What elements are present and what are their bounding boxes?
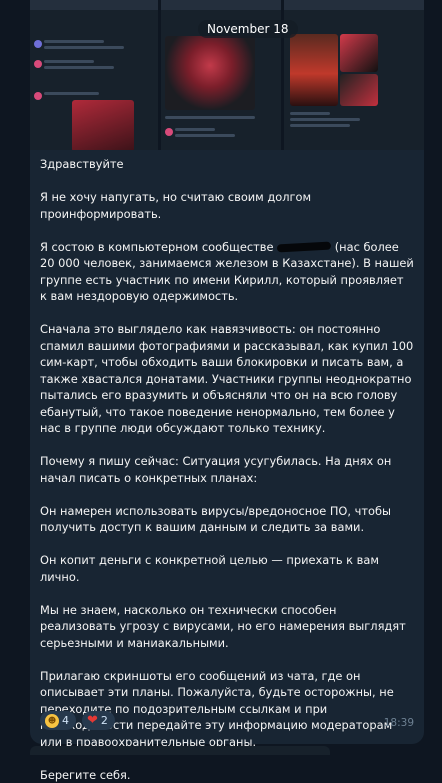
paragraph-gap [40, 536, 414, 553]
avatar [34, 40, 42, 48]
text-line [44, 66, 114, 69]
message-time: 18:39 [384, 717, 414, 729]
message-paragraph: Я состою в компьютерном сообществе (нас … [40, 239, 414, 305]
next-message-edge [30, 746, 330, 755]
attached-screenshot-1[interactable] [30, 0, 158, 152]
reaction-count: 4 [62, 714, 69, 727]
message-paragraph: Он копит деньги с конкретной целью — при… [40, 552, 414, 585]
attached-photo [340, 34, 378, 72]
red-heart-icon: ❤ [87, 713, 98, 728]
paragraph-gap [40, 437, 414, 454]
attached-screenshot-3[interactable] [284, 0, 424, 152]
window-titlebar [161, 0, 281, 10]
message-paragraph: Здравствуйте [40, 156, 414, 173]
avatar [34, 92, 42, 100]
reaction-sweat-smile[interactable]: ☻ 4 [40, 711, 76, 730]
text-line [290, 118, 360, 121]
text-line [175, 128, 215, 131]
message-paragraph: Почему я пишу сейчас: Ситуация усугубила… [40, 453, 414, 486]
text-line [175, 134, 235, 137]
screenshot-album[interactable]: November 18 [30, 0, 424, 152]
message-bubble[interactable]: Здравствуйте Я не хочу напугать, но счит… [30, 150, 424, 744]
text-line [165, 116, 255, 119]
text-line [44, 46, 124, 49]
message-paragraph: Берегите себя. [40, 767, 414, 783]
reactions-bar: ☻ 4 ❤ 2 [40, 711, 115, 730]
text-line [44, 92, 99, 95]
paragraph-gap [40, 486, 414, 503]
message-text: Здравствуйте Я не хочу напугать, но счит… [40, 156, 414, 783]
reaction-heart[interactable]: ❤ 2 [82, 711, 115, 730]
message-paragraph: Мы не знаем, насколько он технически спо… [40, 602, 414, 652]
message-text-part: Я состою в компьютерном сообществе [40, 240, 273, 254]
message-paragraph: Сначала это выглядело как навязчивость: … [40, 321, 414, 437]
paragraph-gap [40, 305, 414, 322]
attached-photo [340, 74, 378, 106]
avatar [34, 60, 42, 68]
grinning-sweat-face-icon: ☻ [45, 714, 59, 728]
window-titlebar [30, 0, 158, 10]
paragraph-gap [40, 585, 414, 602]
reaction-count: 2 [101, 714, 108, 727]
message-paragraph: Я не хочу напугать, но считаю своим долг… [40, 189, 414, 222]
paragraph-gap [40, 222, 414, 239]
window-titlebar [284, 0, 424, 10]
avatar [165, 128, 173, 136]
message-paragraph: Он намерен использовать вирусы/вредоносн… [40, 503, 414, 536]
message-paragraph: Прилагаю скриншоты его сообщений из чата… [40, 668, 414, 751]
redacted-name [277, 242, 331, 253]
text-line [44, 40, 104, 43]
attached-photo [72, 100, 134, 152]
paragraph-gap [40, 173, 414, 190]
text-line [290, 124, 350, 127]
attached-photo [290, 34, 338, 106]
text-line [44, 60, 94, 63]
date-separator: November 18 [198, 20, 298, 38]
paragraph-gap [40, 651, 414, 668]
attached-photo [165, 36, 255, 110]
text-line [290, 112, 330, 115]
